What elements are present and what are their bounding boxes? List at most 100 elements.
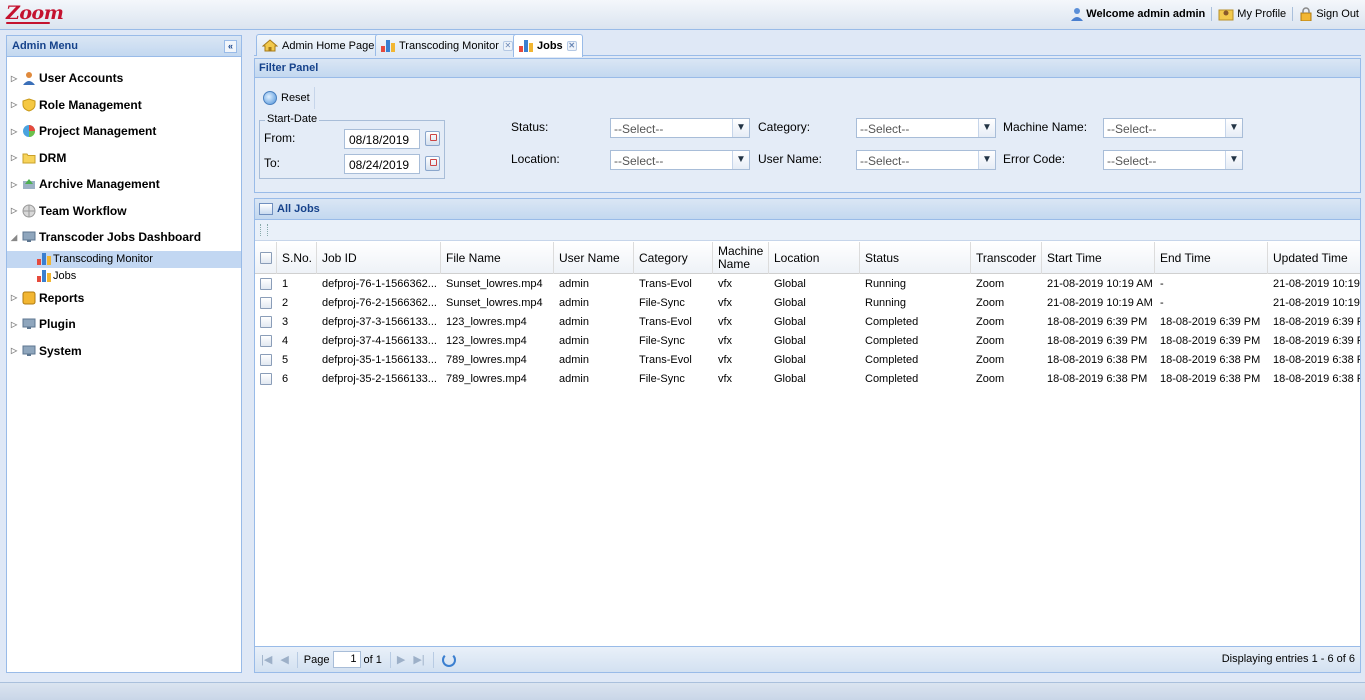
tab-transcoding-monitor[interactable]: Transcoding Monitor ✕ (375, 34, 519, 56)
menu-item-transcoder-jobs-dashboard[interactable]: ◢ Transcoder Jobs Dashboard (7, 224, 241, 251)
next-page-icon[interactable]: ▶ (397, 653, 405, 666)
expand-arrow-icon[interactable]: ▷ (11, 346, 21, 355)
expand-arrow-icon[interactable]: ▷ (11, 180, 21, 189)
reset-label[interactable]: Reset (281, 92, 310, 104)
page-number-input[interactable]: 1 (332, 651, 361, 668)
chevron-down-icon[interactable]: ▼ (1225, 119, 1242, 137)
expand-arrow-icon[interactable]: ▷ (11, 127, 21, 136)
category-select[interactable]: --Select-- ▼ (856, 118, 996, 138)
table-row[interactable]: 5 defproj-35-1-1566133... 789_lowres.mp4 ad… (255, 351, 1360, 370)
user-icon (1071, 8, 1084, 21)
tab-label[interactable]: Admin Home Page (282, 40, 374, 52)
row-checkbox[interactable] (260, 278, 272, 290)
table-row[interactable]: 4 defproj-37-4-1566133... 123_lowres.mp4 ad… (255, 332, 1360, 351)
column-header-end-time[interactable]: End Time (1155, 242, 1268, 274)
menu-sub-item-label: Transcoding Monitor (53, 253, 153, 265)
menu-item-transcoding-monitor[interactable]: Transcoding Monitor (7, 250, 241, 268)
location-select[interactable]: --Select-- ▼ (610, 150, 750, 170)
column-header-sno[interactable]: S.No. (277, 242, 317, 274)
chevron-down-icon[interactable]: ▼ (978, 151, 995, 169)
column-header-file-name[interactable]: File Name (441, 242, 554, 274)
reset-icon (263, 91, 277, 105)
column-header-job-id[interactable]: Job ID (317, 242, 441, 274)
menu-item-archive-management[interactable]: ▷ Archive Management (7, 171, 241, 198)
table-row[interactable]: 6 defproj-35-2-1566133... 789_lowres.mp4 ad… (255, 370, 1360, 389)
expand-arrow-icon[interactable]: ▷ (11, 100, 21, 109)
admin-menu-title: Admin Menu (12, 40, 78, 52)
expand-arrow-icon[interactable]: ▷ (11, 74, 21, 83)
reset-button[interactable]: Reset (259, 87, 315, 109)
menu-item-drm[interactable]: ▷ DRM (7, 145, 241, 172)
column-header-category[interactable]: Category (634, 242, 713, 274)
column-header-machine-name[interactable]: Machine Name (713, 242, 769, 274)
location-label: Location: (511, 152, 560, 166)
cell-transcoder: Zoom (976, 354, 1005, 366)
cell-user-name: admin (559, 335, 589, 347)
chevron-down-icon[interactable]: ▼ (732, 119, 749, 137)
calendar-icon[interactable] (425, 156, 440, 171)
cell-transcoder: Zoom (976, 278, 1005, 290)
column-header-status[interactable]: Status (860, 242, 971, 274)
status-select[interactable]: --Select-- ▼ (610, 118, 750, 138)
collapse-arrow-icon[interactable]: ◢ (11, 233, 21, 242)
column-header-location[interactable]: Location (769, 242, 860, 274)
prev-page-icon[interactable]: ◀ (280, 653, 288, 666)
refresh-icon[interactable] (441, 652, 456, 667)
cell-start-time: 18-08-2019 6:38 PM (1047, 354, 1148, 366)
collapse-menu-button[interactable]: « (224, 39, 237, 53)
user-name-select[interactable]: --Select-- ▼ (856, 150, 996, 170)
sign-out-label[interactable]: Sign Out (1316, 8, 1359, 20)
bar-chart-icon (37, 253, 51, 265)
table-row[interactable]: 1 defproj-76-1-1566362... Sunset_lowres.mp… (255, 275, 1360, 294)
menu-item-label: Project Management (39, 124, 157, 139)
tab-admin-home-page[interactable]: Admin Home Page (256, 34, 381, 56)
first-page-icon[interactable]: |◀ (261, 653, 272, 666)
tab-label[interactable]: Transcoding Monitor (399, 40, 499, 52)
row-checkbox[interactable] (260, 373, 272, 385)
menu-item-jobs[interactable]: Jobs (7, 268, 241, 285)
select-all-column[interactable] (255, 242, 277, 274)
tab-close-icon[interactable]: ✕ (502, 40, 513, 51)
table-row[interactable]: 3 defproj-37-3-1566133... 123_lowres.mp4 ad… (255, 313, 1360, 332)
row-checkbox[interactable] (260, 335, 272, 347)
menu-item-project-management[interactable]: ▷ Project Management (7, 118, 241, 145)
category-label: Category: (758, 120, 811, 134)
menu-item-role-management[interactable]: ▷ Role Management (7, 92, 241, 119)
sign-out-link[interactable]: Sign Out (1299, 7, 1359, 21)
cell-category: File-Sync (639, 335, 685, 347)
menu-item-system[interactable]: ▷ System (7, 338, 241, 365)
from-date-input[interactable]: 08/18/2019 (344, 129, 420, 149)
row-checkbox[interactable] (260, 316, 272, 328)
column-header-updated-time[interactable]: Updated Time (1268, 242, 1360, 274)
expand-arrow-icon[interactable]: ▷ (11, 320, 21, 329)
row-checkbox[interactable] (260, 354, 272, 366)
expand-arrow-icon[interactable]: ▷ (11, 293, 21, 302)
menu-item-user-accounts[interactable]: ▷ User Accounts (7, 65, 241, 92)
expand-arrow-icon[interactable]: ▷ (11, 206, 21, 215)
cell-transcoder: Zoom (976, 335, 1005, 347)
to-date-input[interactable]: 08/24/2019 (344, 154, 420, 174)
menu-item-team-workflow[interactable]: ▷ Team Workflow (7, 198, 241, 225)
chevron-down-icon[interactable]: ▼ (978, 119, 995, 137)
my-profile-link[interactable]: My Profile (1218, 7, 1286, 21)
calendar-icon[interactable] (425, 131, 440, 146)
column-header-start-time[interactable]: Start Time (1042, 242, 1155, 274)
row-checkbox[interactable] (260, 297, 272, 309)
error-code-select[interactable]: --Select-- ▼ (1103, 150, 1243, 170)
menu-item-reports[interactable]: ▷ Reports (7, 285, 241, 312)
table-row[interactable]: 2 defproj-76-2-1566362... Sunset_lowres.mp… (255, 294, 1360, 313)
cell-user-name: admin (559, 373, 589, 385)
chevron-down-icon[interactable]: ▼ (1225, 151, 1242, 169)
machine-name-select[interactable]: --Select-- ▼ (1103, 118, 1243, 138)
my-profile-label[interactable]: My Profile (1237, 8, 1286, 20)
menu-item-plugin[interactable]: ▷ Plugin (7, 311, 241, 338)
tab-jobs[interactable]: Jobs ✕ (513, 34, 583, 57)
tab-label[interactable]: Jobs (537, 40, 563, 52)
chevron-down-icon[interactable]: ▼ (732, 151, 749, 169)
column-header-transcoder[interactable]: Transcoder (971, 242, 1042, 274)
last-page-icon[interactable]: ▶| (413, 653, 424, 666)
column-header-user-name[interactable]: User Name (554, 242, 634, 274)
select-all-checkbox[interactable] (260, 252, 272, 264)
expand-arrow-icon[interactable]: ▷ (11, 153, 21, 162)
tab-close-icon[interactable]: ✕ (566, 41, 577, 51)
